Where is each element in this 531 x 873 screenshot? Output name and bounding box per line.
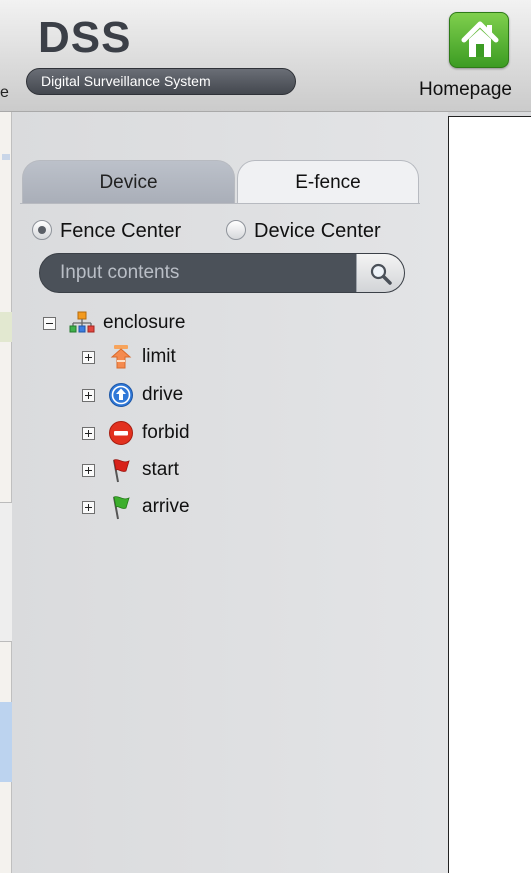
expand-toggle[interactable] (82, 351, 95, 364)
tree-node-label[interactable]: forbid (142, 422, 190, 444)
magnifier-icon[interactable] (369, 262, 393, 286)
speed-limit-icon (110, 345, 132, 369)
truncated-menu-text[interactable]: e (0, 84, 9, 102)
search-button[interactable] (356, 254, 404, 292)
expand-toggle[interactable] (82, 501, 95, 514)
tree-node-label[interactable]: enclosure (103, 312, 185, 334)
network-icon (69, 311, 95, 333)
radio-device-center-label[interactable]: Device Center (254, 220, 381, 242)
search-input[interactable] (40, 254, 356, 292)
app-logo: DSS (38, 13, 132, 62)
main-content-area[interactable] (448, 116, 531, 873)
tab-device[interactable]: Device (22, 160, 235, 204)
collapse-toggle[interactable] (43, 317, 56, 330)
tab-divider (20, 203, 420, 204)
search-box (39, 253, 405, 293)
expand-toggle[interactable] (82, 389, 95, 402)
homepage-label[interactable]: Homepage (419, 79, 512, 101)
tree-node-label[interactable]: start (142, 459, 179, 481)
radio-checked-icon[interactable] (32, 220, 52, 240)
map-fragment (0, 502, 12, 642)
radio-unchecked-icon[interactable] (226, 220, 246, 240)
green-flag-icon (113, 496, 130, 520)
radio-fence-center-label[interactable]: Fence Center (60, 220, 181, 242)
app-header: DSS Digital Surveillance System e Homepa… (0, 0, 531, 112)
radio-fence-center[interactable]: Fence Center (32, 220, 181, 246)
red-flag-icon (113, 459, 130, 483)
map-fragment (2, 154, 10, 160)
expand-toggle[interactable] (82, 427, 95, 440)
app-subtitle: Digital Surveillance System (26, 68, 296, 95)
map-fragment (0, 702, 12, 782)
arrow-up-circle-icon (109, 383, 133, 407)
house-icon[interactable] (449, 12, 509, 68)
tree-node-label[interactable]: drive (142, 384, 183, 406)
radio-device-center[interactable]: Device Center (226, 220, 381, 246)
tree-node-label[interactable]: limit (142, 346, 176, 368)
map-edge-strip (0, 112, 12, 873)
expand-toggle[interactable] (82, 464, 95, 477)
map-fragment (0, 312, 12, 342)
tab-efence[interactable]: E-fence (237, 160, 419, 204)
tree-node-label[interactable]: arrive (142, 496, 190, 518)
no-entry-icon (109, 421, 133, 445)
efence-panel: Device E-fence Fence Center Device Cente… (12, 112, 448, 873)
